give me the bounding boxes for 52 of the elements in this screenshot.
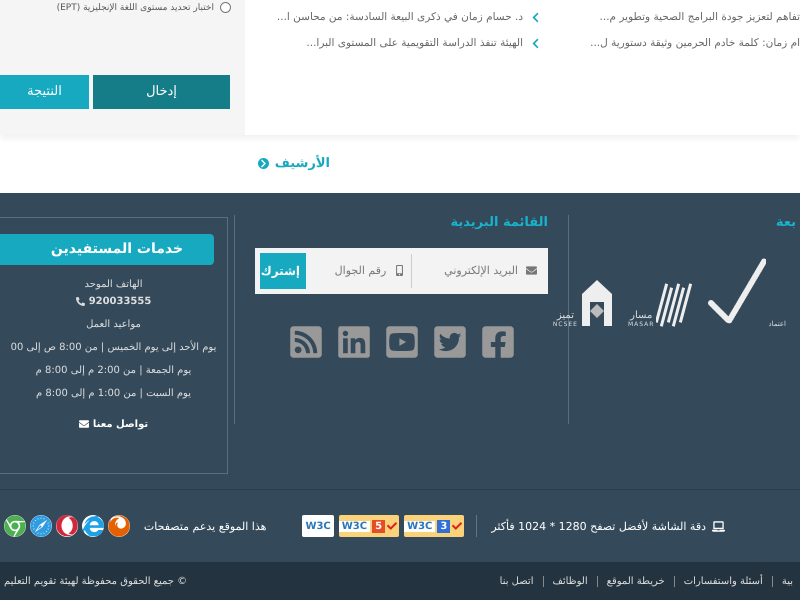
hours-text: يوم الجمعة | من 2:00 م إلى 8:00 م xyxy=(36,364,192,376)
twitter-icon[interactable] xyxy=(432,324,468,360)
house-logo-icon xyxy=(580,278,614,328)
footer-link[interactable]: اتصل بنا xyxy=(490,576,542,587)
news-link[interactable]: ام زمان: كلمة خادم الحرمين وثيقة دستورية ل... xyxy=(564,36,800,50)
email-input[interactable]: البريد الإلكتروني xyxy=(418,263,520,278)
facebook-icon[interactable] xyxy=(480,324,516,360)
section-heading: القائمة البريدية xyxy=(450,214,548,230)
logo-text: مسار xyxy=(630,310,652,321)
youtube-icon[interactable] xyxy=(384,324,420,360)
section-heading: بعة xyxy=(774,214,796,230)
phone-field[interactable]: رقم الجوال xyxy=(306,254,412,288)
radio-option[interactable]: اختبار تحديد مستوى اللغة الإنجليزية (EPT) xyxy=(0,2,245,13)
w3c-badge: W3C xyxy=(302,515,334,538)
linkedin-icon[interactable] xyxy=(336,324,372,360)
footer-link[interactable]: بية xyxy=(772,576,800,587)
ie-icon xyxy=(82,515,104,538)
circle-arrow-icon xyxy=(258,158,269,170)
resolution-text: دقة الشاشة لأفضل تصفح 1280 * 1024 فأكثر xyxy=(491,520,725,533)
chevron-icon xyxy=(531,38,540,48)
footer-link[interactable]: الوظائف xyxy=(542,576,597,587)
envelope-icon xyxy=(78,419,89,430)
news-link[interactable]: تفاهم لتعزيز جودة البرامج الصحية وتطوير م... xyxy=(564,10,800,24)
browsers-text: هذا الموقع يدعم متصفحات xyxy=(144,520,266,533)
chevron-icon xyxy=(531,12,540,22)
hours-text: يوم الأحد إلى يوم الخميس | من 8:00 ص إلى 00 xyxy=(10,342,216,353)
footer-link[interactable]: خريطة الموقع xyxy=(596,576,674,587)
mobile-phone-icon xyxy=(394,265,406,276)
w3c-badge: W3C 5 xyxy=(338,515,400,538)
news-link[interactable]: د. حسام زمان في ذكرى البيعة السادسة: من محاسن ا... xyxy=(250,10,540,24)
phone-input[interactable]: رقم الجوال xyxy=(312,263,388,278)
firefox-icon xyxy=(108,515,130,538)
email-field[interactable]: البريد الإلكتروني xyxy=(411,254,543,288)
chrome-icon xyxy=(4,515,26,538)
laptop-icon xyxy=(712,520,725,533)
safari-icon xyxy=(30,515,52,538)
rss-icon[interactable] xyxy=(288,324,324,360)
hours-text: يوم السبت | من 1:00 م إلى 8:00 م xyxy=(36,388,191,399)
phone-number: 920033555 xyxy=(76,296,152,307)
contact-link[interactable]: تواصل معنا xyxy=(78,418,148,430)
hours-label: مواعيد العمل xyxy=(86,318,141,330)
envelope-icon xyxy=(526,265,537,276)
opera-icon xyxy=(56,515,78,538)
services-heading: خدمات المستفيدين xyxy=(0,234,214,265)
logo-text: تميز xyxy=(556,310,574,321)
news-link[interactable]: الهيئة تنفذ الدراسة التقويمية على المستوى البرا... xyxy=(250,36,540,50)
phone-label: الهاتف الموحد xyxy=(84,278,142,290)
enter-button[interactable]: إدخال xyxy=(93,74,230,109)
copyright-text: © جميع الحقوق محفوظة لهيئة تقويم التعليم xyxy=(4,576,188,587)
phone-icon xyxy=(76,296,85,306)
w3c-badge: W3C 3 xyxy=(404,515,464,538)
footer-link[interactable]: أسئلة واستفسارات xyxy=(674,576,772,587)
